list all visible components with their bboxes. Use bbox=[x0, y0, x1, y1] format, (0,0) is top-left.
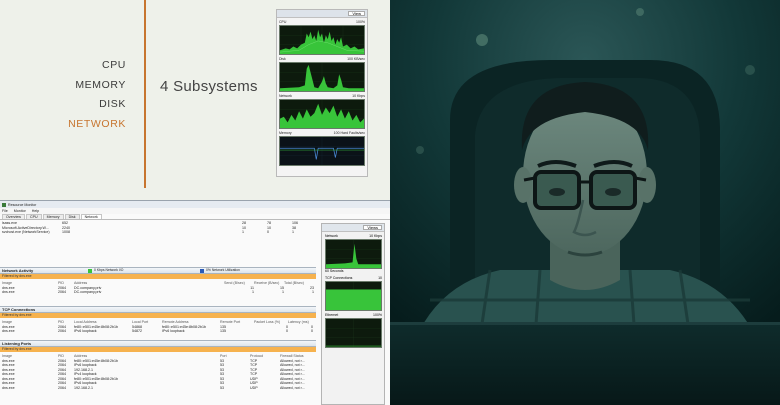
subsystem-memory: MEMORY bbox=[75, 78, 126, 91]
table-row[interactable]: dns.exe 2064 192.168.2.1 53 UDP Allowed, not … bbox=[2, 386, 316, 391]
menu-monitor[interactable]: Monitor bbox=[14, 209, 26, 213]
listening-ports-header[interactable]: Listening Ports bbox=[0, 340, 316, 347]
table-row[interactable]: dns.exe 2064 IPv6 loopback 54872 IPv6 loopba… bbox=[2, 329, 316, 334]
mini-graph-cpu: CPU 100% bbox=[279, 20, 365, 55]
tab-strip: Overview CPU Memory Disk Network bbox=[0, 214, 390, 220]
tcp-graph bbox=[325, 281, 382, 311]
tab-disk[interactable]: Disk bbox=[64, 214, 80, 219]
memory-graph bbox=[279, 136, 365, 166]
subsystem-cpu: CPU bbox=[102, 59, 126, 71]
menu-file[interactable]: File bbox=[2, 209, 8, 213]
network-activity-header[interactable]: Network Activity 0 Kbps Network I/O 0% N… bbox=[0, 267, 316, 274]
rm-graph-panel: Views Network 10 Kbps 60 Seconds TCP Conn… bbox=[321, 223, 385, 405]
side-graph-network: Network 10 Kbps 60 Seconds bbox=[325, 234, 382, 273]
resource-monitor-icon bbox=[2, 202, 6, 207]
tab-network[interactable]: Network bbox=[80, 214, 102, 219]
subsystem-disk: DISK bbox=[99, 98, 126, 110]
legend-swatch-io bbox=[88, 268, 92, 273]
slide-title: 4 Subsystems bbox=[160, 78, 258, 95]
network-graph bbox=[325, 239, 382, 269]
network-tables: lsass.exe 652 28 78 106 Microsoft.ActiveDire… bbox=[0, 221, 316, 405]
mini-graph-disk: Disk 100 KB/sec bbox=[279, 57, 365, 92]
views-button[interactable]: View bbox=[348, 11, 365, 16]
person-photo bbox=[390, 0, 780, 405]
tab-memory[interactable]: Memory bbox=[42, 214, 64, 219]
table-row[interactable]: svchost.exe (NetworkService) 1008 1 0 1 bbox=[2, 230, 316, 235]
table-row[interactable]: dns.exe 2064 DC.company.priv 1 1 1 bbox=[2, 290, 316, 295]
tab-overview[interactable]: Overview bbox=[2, 214, 25, 219]
side-graph-tcp: TCP Connections 10 bbox=[325, 276, 382, 311]
subsystem-network: NETWORK bbox=[68, 117, 126, 130]
network-graph bbox=[279, 99, 365, 129]
window-titlebar: Resource Monitor bbox=[0, 201, 390, 208]
mini-monitor-panel: View CPU 100% Disk 100 KB/sec Network 10… bbox=[276, 9, 368, 177]
legend-swatch-util bbox=[200, 268, 204, 273]
views-dropdown[interactable]: Views bbox=[363, 225, 382, 230]
process-list: lsass.exe 652 28 78 106 Microsoft.ActiveDire… bbox=[0, 221, 316, 267]
presentation-slide: CPU MEMORY DISK NETWORK 4 Subsystems Vie… bbox=[0, 0, 390, 405]
tcp-connections-header[interactable]: TCP Connections bbox=[0, 306, 316, 313]
tab-cpu[interactable]: CPU bbox=[25, 214, 42, 219]
mini-graph-memory: Memory 100 Hard Faults/sec bbox=[279, 131, 365, 166]
menu-help[interactable]: Help bbox=[32, 209, 39, 213]
mini-graph-network: Network 10 Kbps bbox=[279, 94, 365, 129]
window-title: Resource Monitor bbox=[8, 202, 37, 207]
disk-graph bbox=[279, 62, 365, 92]
slide-divider bbox=[144, 0, 146, 188]
subsystem-list: CPU MEMORY DISK NETWORK bbox=[68, 56, 126, 134]
side-graph-ethernet: Ethernet 100% bbox=[325, 313, 382, 348]
ethernet-graph bbox=[325, 318, 382, 348]
cpu-graph bbox=[279, 25, 365, 55]
